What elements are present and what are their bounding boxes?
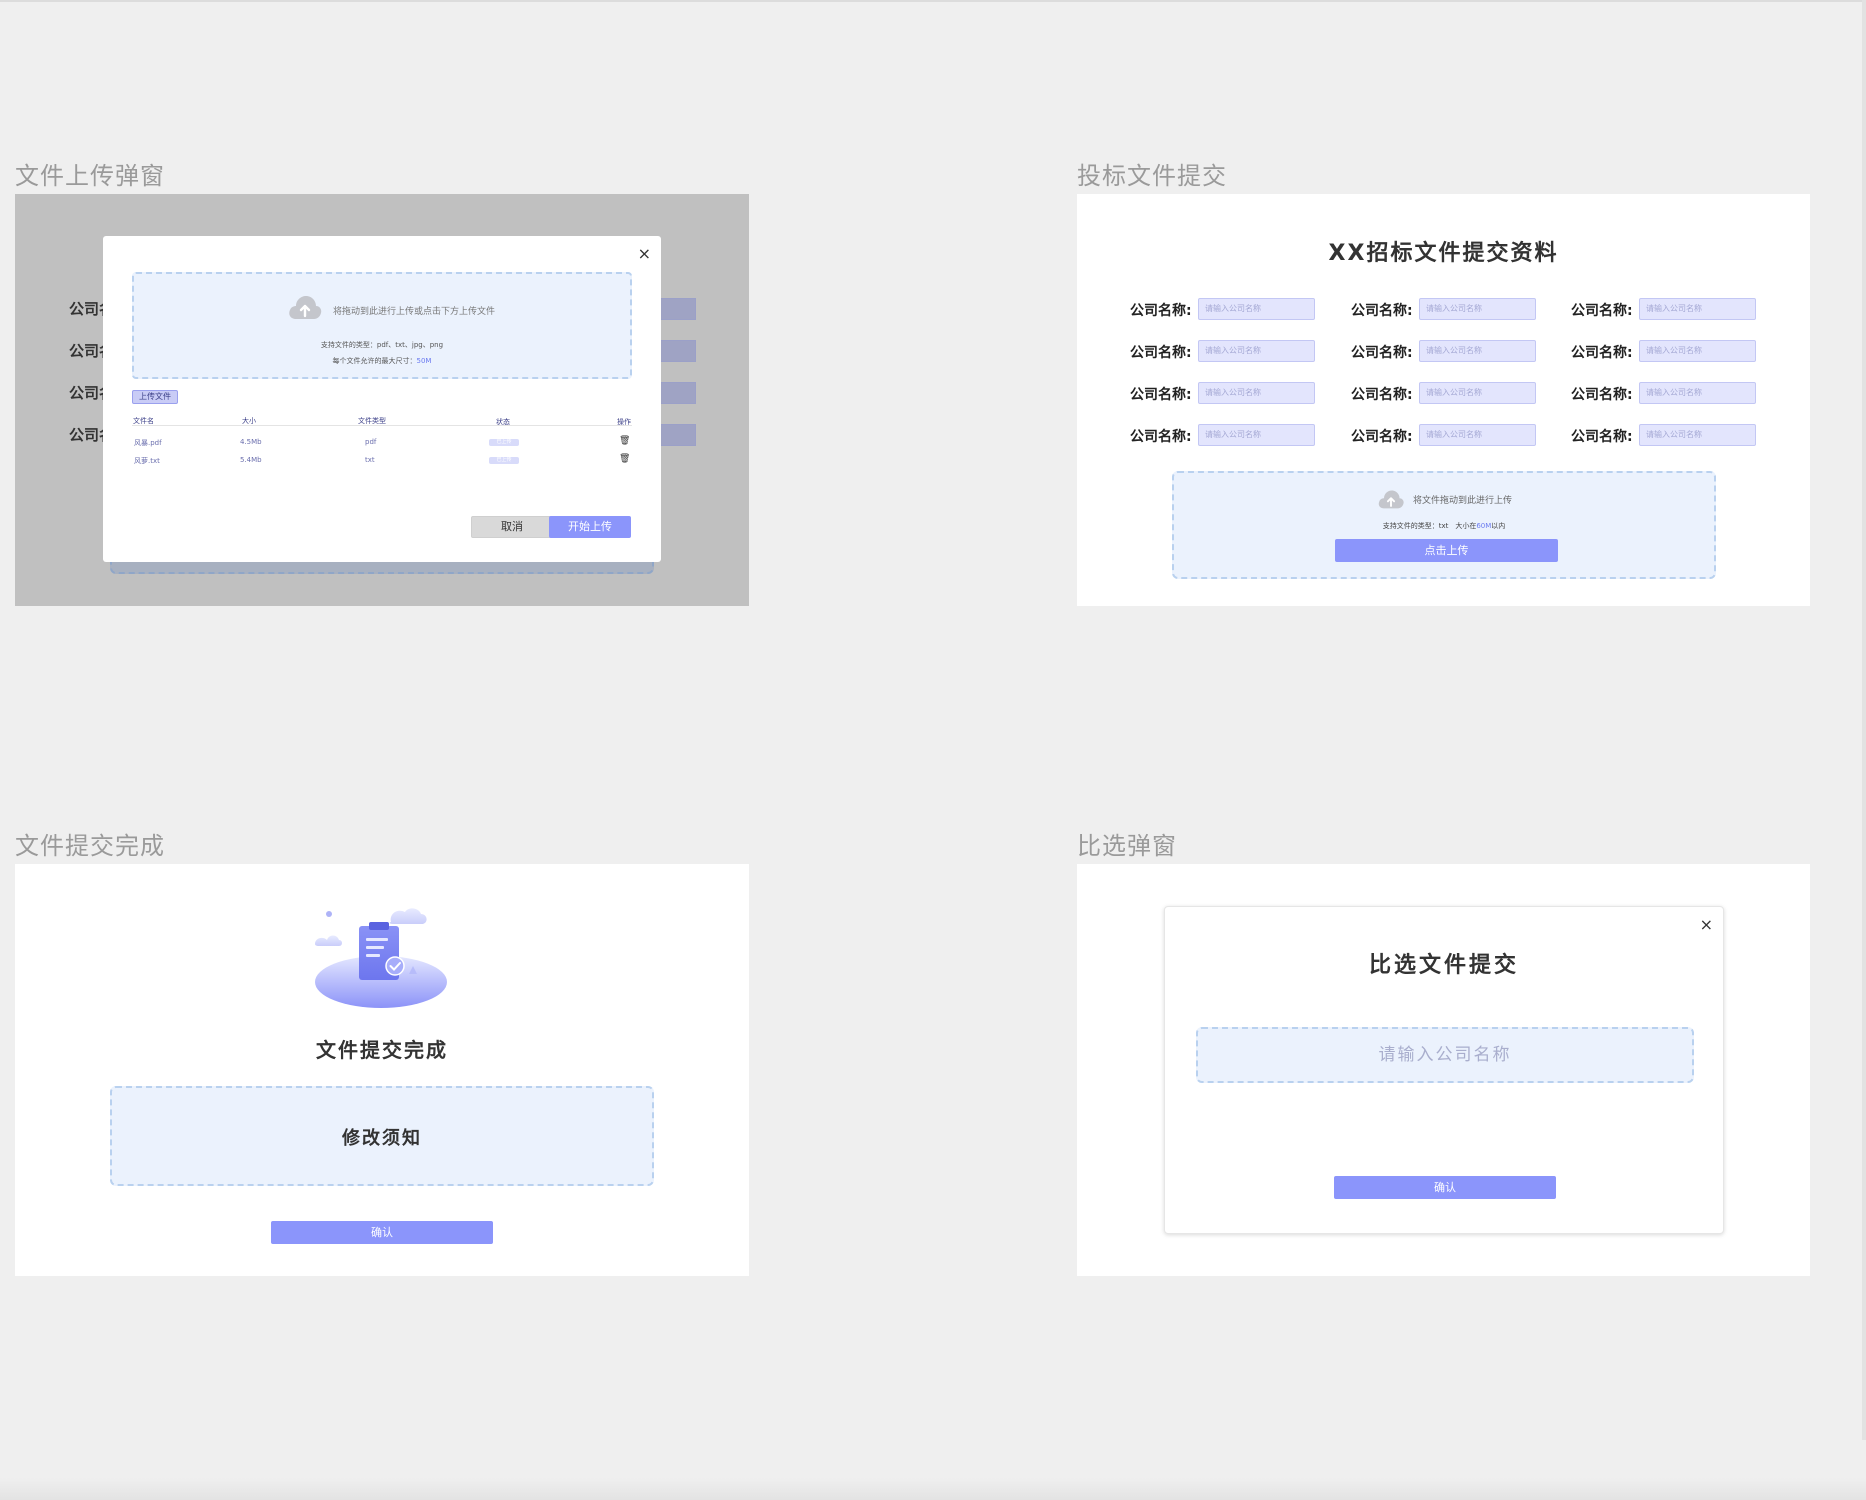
comparison-modal-frame: × 比选文件提交 请输入公司名称 确认 <box>1077 864 1810 1276</box>
upload-files-tag[interactable]: 上传文件 <box>132 390 178 404</box>
upload-modal: × 将拖动到此进行上传或点击下方上传文件 支持文件的类型：pdf、txt、jpg… <box>103 236 661 562</box>
file-type: pdf <box>365 438 377 446</box>
trash-icon[interactable]: 🗑 <box>619 454 630 464</box>
company-name-input[interactable]: 请输入公司名称 <box>1419 424 1536 446</box>
company-name-input[interactable]: 请输入公司名称 <box>1198 340 1315 362</box>
size-value: 60M <box>1476 522 1492 530</box>
cancel-button[interactable]: 取消 <box>471 516 553 538</box>
upload-dropzone[interactable]: 将拖动到此进行上传或点击下方上传文件 支持文件的类型：pdf、txt、jpg、p… <box>132 272 632 379</box>
trash-icon[interactable]: 🗑 <box>619 436 630 446</box>
company-name-label: 公司名称: <box>1130 345 1192 361</box>
dropzone-text: 将文件拖动到此进行上传 <box>1413 496 1513 506</box>
size-suffix: 以内 <box>1491 522 1506 530</box>
confirm-button[interactable]: 确认 <box>1334 1176 1556 1199</box>
comparison-modal: × 比选文件提交 请输入公司名称 确认 <box>1164 906 1724 1234</box>
bg-input <box>658 382 696 404</box>
company-name-input[interactable]: 请输入公司名称 <box>1639 382 1756 404</box>
close-icon[interactable]: × <box>638 246 651 262</box>
status-badge: 已上传 <box>489 439 519 446</box>
bid-submission-frame: XX招标文件提交资料 公司名称: 请输入公司名称 公司名称: 请输入公司名称 公… <box>1077 194 1810 606</box>
column-header-size: 大小 <box>242 417 256 425</box>
company-name-input[interactable]: 请输入公司名称 <box>1639 340 1756 362</box>
frame-label-bid-submission: 投标文件提交 <box>1077 162 1227 190</box>
company-name-label: 公司名称: <box>1571 345 1633 361</box>
company-name-label: 公司名称: <box>1351 429 1413 445</box>
company-name-input[interactable]: 请输入公司名称 <box>1419 298 1536 320</box>
frame-label-submit-complete: 文件提交完成 <box>15 832 165 860</box>
max-size-value: 50M <box>416 357 432 365</box>
modal-title: 比选文件提交 <box>1368 953 1519 978</box>
supported-types: 支持文件的类型：txt 大小在60M以内 <box>1174 521 1714 531</box>
frame-label-comparison-modal: 比选弹窗 <box>1077 832 1177 860</box>
confirm-button[interactable]: 确认 <box>271 1221 493 1244</box>
company-name-label: 公司名称: <box>1571 303 1633 319</box>
upload-dropzone[interactable]: 将文件拖动到此进行上传 支持文件的类型：txt 大小在60M以内 点击上传 <box>1172 471 1716 579</box>
upload-modal-frame: 公司名 公司名 公司名 公司名 × 将拖动到此进行上传或点击下方上传文件 支持文… <box>15 194 749 606</box>
column-header-filename: 文件名 <box>133 417 154 425</box>
file-name: 风萝.txt <box>134 457 160 465</box>
company-name-label: 公司名称: <box>1351 303 1413 319</box>
upload-cloud-icon <box>289 296 322 319</box>
company-name-input[interactable]: 请输入公司名称 <box>1198 382 1315 404</box>
supported-types-prefix: 支持文件的类型：txt 大小在 <box>1382 522 1477 530</box>
column-header-type: 文件类型 <box>358 417 386 425</box>
frame-label-upload-modal: 文件上传弹窗 <box>15 162 165 190</box>
submit-complete-frame: 文件提交完成 修改须知 确认 <box>15 864 749 1276</box>
company-name-label: 公司名称: <box>1351 345 1413 361</box>
bottom-shadow <box>0 1478 1866 1500</box>
bg-input <box>658 298 696 320</box>
close-icon[interactable]: × <box>1700 917 1713 933</box>
upload-button[interactable]: 点击上传 <box>1335 539 1558 562</box>
company-name-label: 公司名称: <box>1571 429 1633 445</box>
page-title: 文件提交完成 <box>316 1038 448 1062</box>
bg-input <box>658 424 696 446</box>
company-name-label: 公司名称: <box>1130 387 1192 403</box>
company-name-input[interactable]: 请输入公司名称 <box>1196 1027 1694 1083</box>
max-size: 每个文件允许的最大尺寸：50M <box>134 356 630 366</box>
company-name-label: 公司名称: <box>1130 303 1192 319</box>
file-name: 风暴.pdf <box>134 439 162 447</box>
company-name-input[interactable]: 请输入公司名称 <box>1419 340 1536 362</box>
column-header-status: 状态 <box>496 418 510 426</box>
file-type: txt <box>365 456 375 464</box>
clipboard-check-illustration <box>315 908 447 1008</box>
status-badge: 已上传 <box>489 457 519 464</box>
company-name-input[interactable]: 请输入公司名称 <box>1198 298 1315 320</box>
upload-cloud-icon <box>1378 490 1404 509</box>
start-upload-button[interactable]: 开始上传 <box>549 516 631 538</box>
dropzone-text: 将拖动到此进行上传或点击下方上传文件 <box>333 307 496 317</box>
right-edge <box>1862 0 1866 1440</box>
company-name-input[interactable]: 请输入公司名称 <box>1639 298 1756 320</box>
bg-input <box>658 340 696 362</box>
company-name-input[interactable]: 请输入公司名称 <box>1198 424 1315 446</box>
column-header-actions: 操作 <box>617 418 631 426</box>
top-divider <box>0 0 1866 2</box>
supported-types: 支持文件的类型：pdf、txt、jpg、png <box>320 341 444 349</box>
company-name-input[interactable]: 请输入公司名称 <box>1639 424 1756 446</box>
file-size: 4.5Mb <box>240 438 262 446</box>
company-name-label: 公司名称: <box>1351 387 1413 403</box>
company-name-label: 公司名称: <box>1571 387 1633 403</box>
page-title: XX招标文件提交资料 <box>1328 241 1559 266</box>
max-size-prefix: 每个文件允许的最大尺寸： <box>332 357 417 365</box>
modification-notice[interactable]: 修改须知 <box>110 1086 654 1186</box>
file-size: 5.4Mb <box>240 456 262 464</box>
company-name-label: 公司名称: <box>1130 429 1192 445</box>
notice-title: 修改须知 <box>342 1128 422 1149</box>
company-name-input[interactable]: 请输入公司名称 <box>1419 382 1536 404</box>
